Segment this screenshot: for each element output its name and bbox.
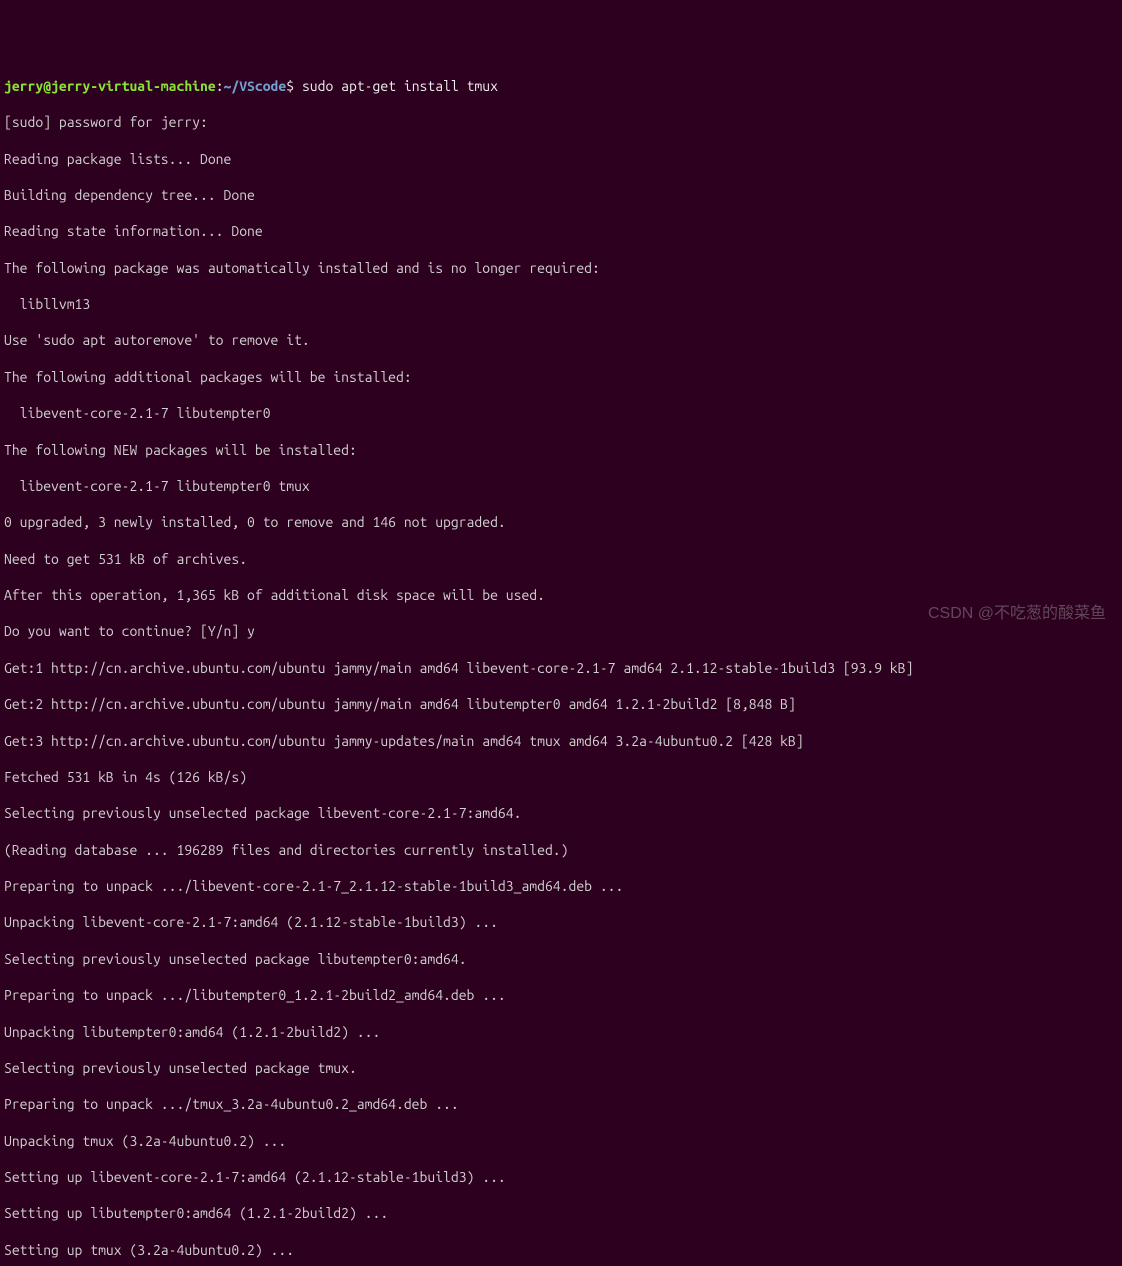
output-line: Get:3 http://cn.archive.ubuntu.com/ubunt… — [4, 732, 1118, 750]
output-line: Selecting previously unselected package … — [4, 804, 1118, 822]
output-line: libevent-core-2.1-7 libutempter0 tmux — [4, 477, 1118, 495]
output-line: Setting up libutempter0:amd64 (1.2.1-2bu… — [4, 1204, 1118, 1222]
prompt-colon: : — [216, 78, 224, 94]
output-line: Reading state information... Done — [4, 222, 1118, 240]
prompt-path: ~/VScode — [224, 78, 287, 94]
output-line: The following NEW packages will be insta… — [4, 441, 1118, 459]
output-line: Unpacking libutempter0:amd64 (1.2.1-2bui… — [4, 1023, 1118, 1041]
output-line: Unpacking libevent-core-2.1-7:amd64 (2.1… — [4, 913, 1118, 931]
output-line: Selecting previously unselected package … — [4, 1059, 1118, 1077]
output-line: Setting up tmux (3.2a-4ubuntu0.2) ... — [4, 1241, 1118, 1259]
output-line: Preparing to unpack .../libevent-core-2.… — [4, 877, 1118, 895]
output-line: 0 upgraded, 3 newly installed, 0 to remo… — [4, 513, 1118, 531]
output-line: (Reading database ... 196289 files and d… — [4, 841, 1118, 859]
output-line: libllvm13 — [4, 295, 1118, 313]
output-line: Selecting previously unselected package … — [4, 950, 1118, 968]
output-line: The following package was automatically … — [4, 259, 1118, 277]
output-line: Preparing to unpack .../tmux_3.2a-4ubunt… — [4, 1095, 1118, 1113]
output-line: [sudo] password for jerry: — [4, 113, 1118, 131]
prompt-dollar: $ — [286, 78, 302, 94]
output-line: Building dependency tree... Done — [4, 186, 1118, 204]
command-text: sudo apt-get install tmux — [302, 78, 498, 94]
output-line: Reading package lists... Done — [4, 150, 1118, 168]
output-line: After this operation, 1,365 kB of additi… — [4, 586, 1118, 604]
output-line: Need to get 531 kB of archives. — [4, 550, 1118, 568]
output-line: Use 'sudo apt autoremove' to remove it. — [4, 331, 1118, 349]
output-line: Get:2 http://cn.archive.ubuntu.com/ubunt… — [4, 695, 1118, 713]
output-line: Preparing to unpack .../libutempter0_1.2… — [4, 986, 1118, 1004]
output-line: Setting up libevent-core-2.1-7:amd64 (2.… — [4, 1168, 1118, 1186]
output-line: The following additional packages will b… — [4, 368, 1118, 386]
output-line: Get:1 http://cn.archive.ubuntu.com/ubunt… — [4, 659, 1118, 677]
prompt-user: jerry@jerry-virtual-machine — [4, 78, 216, 94]
output-line: Unpacking tmux (3.2a-4ubuntu0.2) ... — [4, 1132, 1118, 1150]
output-line: Fetched 531 kB in 4s (126 kB/s) — [4, 768, 1118, 786]
prompt-line: jerry@jerry-virtual-machine:~/VScode$ su… — [4, 77, 1118, 95]
output-line: libevent-core-2.1-7 libutempter0 — [4, 404, 1118, 422]
output-line: Do you want to continue? [Y/n] y — [4, 622, 1118, 640]
